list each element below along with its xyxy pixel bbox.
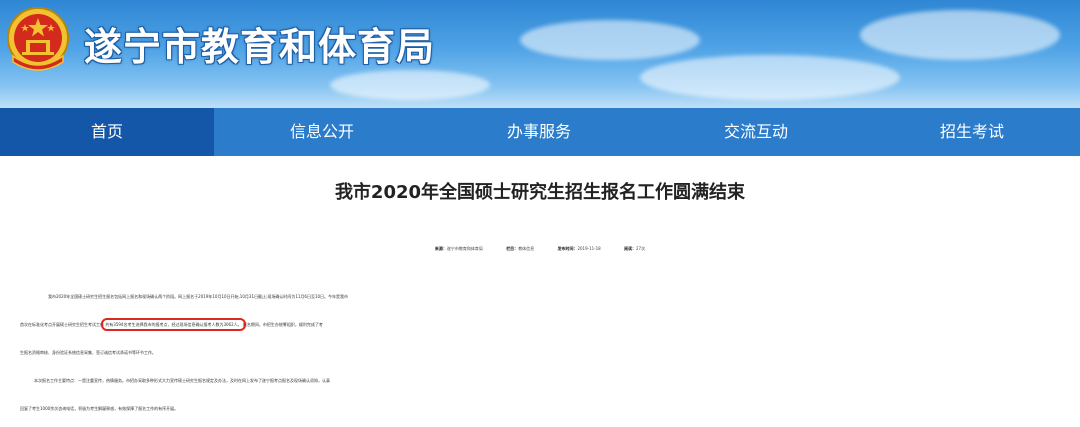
paragraph-line: 本次报名工作主要特点：一是注重宣传，热情服务。市招办采取多种形式大力宣传硕士研究… (0, 367, 1080, 395)
main-nav: 首页 信息公开 办事服务 交流互动 招生考试 (0, 108, 1080, 156)
paragraph-text: 首次在标准化考点开展硕士研究生招生考试工作 (20, 322, 104, 327)
column-label: 栏目： (506, 246, 519, 251)
article-meta: 来源：遂宁市教育和体育局 栏目：教体信息 发布时间：2019-11-18 阅读：… (0, 246, 1080, 252)
paragraph-line: 回复了考生1000余次咨询电话，积极为考生解疑释惑，有效保障了报名工作的有序开展… (0, 395, 1080, 423)
source-value: 遂宁市教育和体育局 (446, 246, 483, 251)
highlighted-statistic: 共有3594名考生选择我市的报考点，经过现场信息确认报考人数为3062人。 (101, 318, 246, 331)
national-emblem-icon[interactable] (3, 4, 73, 76)
nav-item-interaction[interactable]: 交流互动 (648, 108, 864, 156)
paragraph-text: 回复了考生1000余次咨询电话，积极为考生解疑释惑，有效保障了报名工作的有序开展… (20, 406, 179, 411)
date-label: 发布时间： (557, 246, 578, 251)
paragraph-line: 我市2020年全国硕士研究生招生报名包括网上报名和现场确认两个阶段。网上报名于2… (0, 283, 1080, 311)
banner-cloud (860, 10, 1060, 60)
banner-cloud (640, 55, 900, 100)
banner-cloud (520, 20, 700, 60)
views-value: 27次 (636, 246, 646, 251)
banner-cloud (330, 70, 490, 100)
nav-item-info-disclosure[interactable]: 信息公开 (214, 108, 430, 156)
article-title: 我市2020年全国硕士研究生招生报名工作圆满结束 (334, 182, 746, 203)
views-label: 阅读： (624, 246, 636, 251)
nav-item-enrollment-exams[interactable]: 招生考试 (864, 108, 1080, 156)
paragraph-text: 我市2020年全国硕士研究生招生报名包括网上报名和现场确认两个阶段。网上报名于2… (48, 294, 349, 299)
date-value: 2019-11-18 (577, 246, 601, 251)
paragraph-line: 生报名资格审核、身份验证系统信息采集、签订诚信考试承诺书等环节工作。 (0, 339, 1080, 367)
site-banner: 遂宁市教育和体育局 (0, 0, 1080, 108)
nav-item-services[interactable]: 办事服务 (430, 108, 648, 156)
paragraph-text: 生报名资格审核、身份验证系统信息采集、签订诚信考试承诺书等环节工作。 (20, 350, 156, 355)
nav-item-home[interactable]: 首页 (0, 108, 214, 156)
source-label: 来源： (434, 246, 447, 251)
paragraph-text: 本次报名工作主要特点：一是注重宣传，热情服务。市招办采取多种形式大力宣传硕士研究… (34, 378, 330, 383)
site-title[interactable]: 遂宁市教育和体育局 (84, 16, 435, 71)
paragraph-line: 首次在标准化考点开展硕士研究生招生考试工作 共有3594名考生选择我市的报考点，… (0, 311, 1080, 339)
column-value[interactable]: 教体信息 (518, 246, 534, 251)
paragraph-text: 报名期间，市招生办统筹组织，顺利完成了考 (242, 322, 323, 327)
